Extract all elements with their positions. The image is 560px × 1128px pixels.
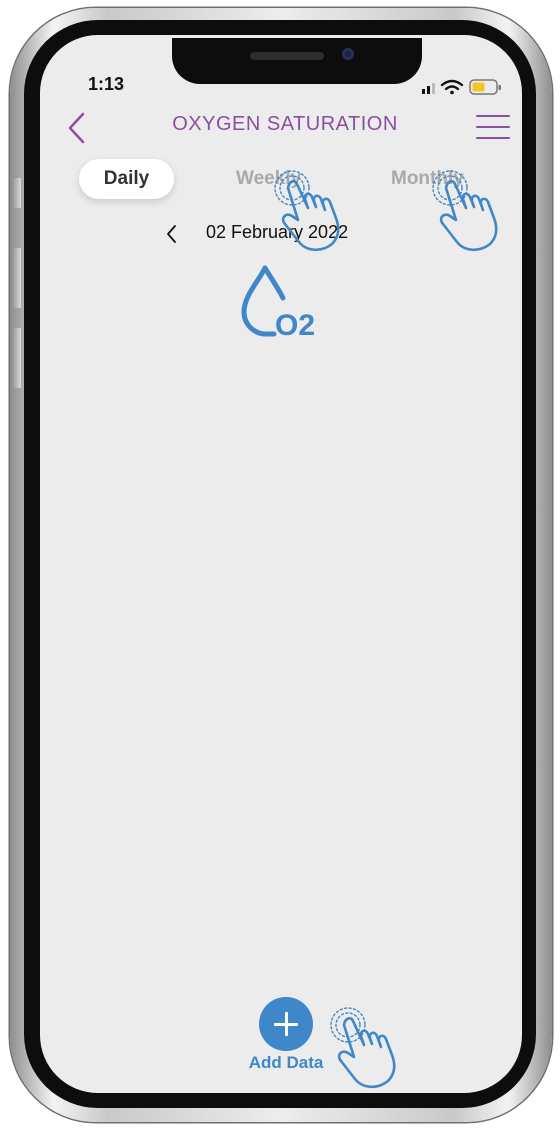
add-data-button[interactable] [259,997,313,1051]
wifi-icon [440,79,464,95]
tab-weekly[interactable]: Weekly [236,168,301,190]
tab-monthly[interactable]: Monthly [391,168,464,190]
chevron-left-icon [167,225,176,243]
menu-button[interactable] [474,110,512,144]
add-data-label[interactable]: Add Data [236,1053,336,1073]
previous-date-button[interactable] [162,222,182,246]
status-icons [422,79,501,95]
front-camera [342,48,354,60]
oxygen-drop-icon: O2 [241,265,315,342]
signal-icon [422,83,435,94]
oxygen-symbol: O2 [275,309,315,342]
date-label: 02 February 2022 [206,222,349,242]
back-button[interactable] [62,110,92,146]
volume-up-button [13,248,21,308]
chevron-left-icon [68,112,85,144]
battery-icon [469,79,501,95]
status-time: 1:13 [88,74,125,94]
phone-notch [172,38,422,84]
page-title: OXYGEN SATURATION [172,113,398,135]
tab-daily[interactable]: Daily [79,168,174,190]
hamburger-icon [476,115,510,117]
mute-switch [13,178,21,208]
speaker-grille [250,52,324,60]
volume-down-button [13,328,21,388]
